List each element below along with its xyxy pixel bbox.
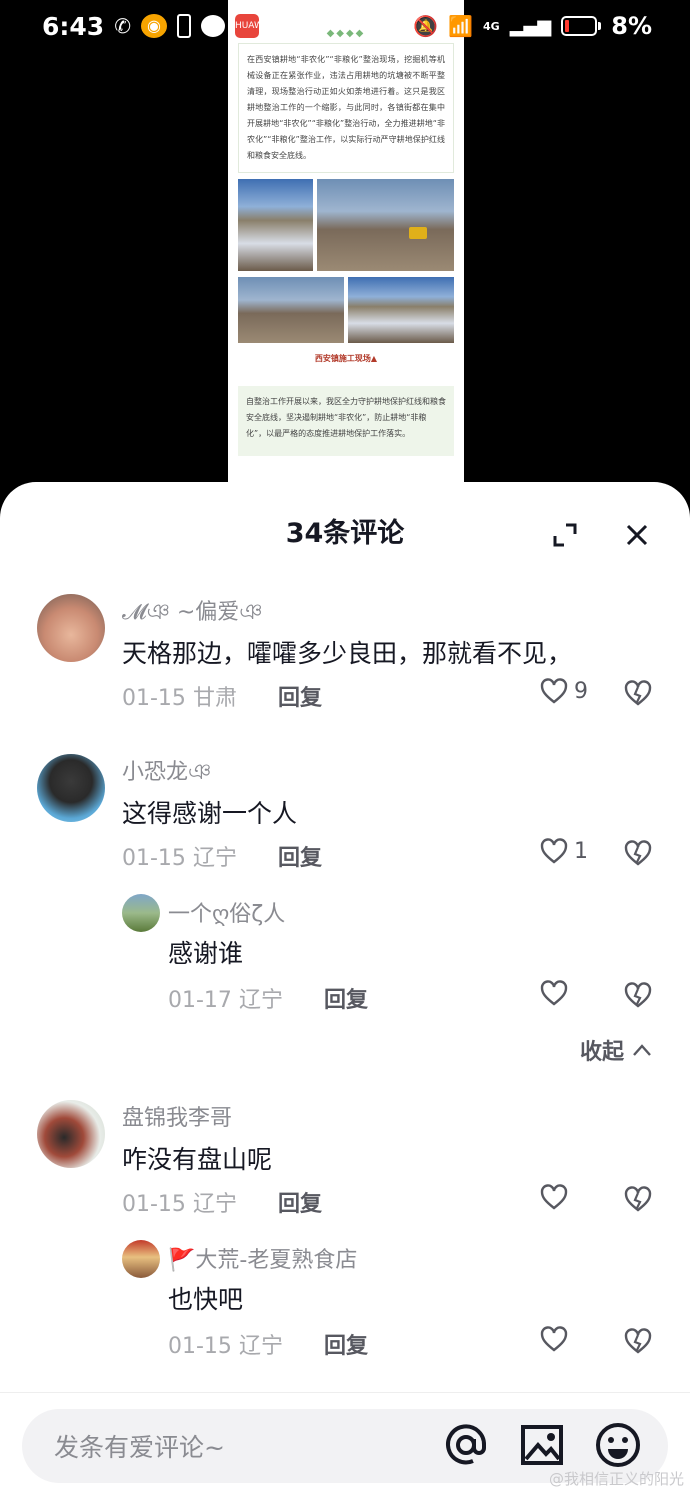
avatar[interactable] — [37, 754, 105, 822]
reply-text: 也快吧 — [168, 1285, 244, 1314]
image-icon[interactable] — [518, 1421, 566, 1469]
reply-button[interactable]: 回复 — [278, 840, 322, 872]
screen: 6:43 ✆ ◉ HUAWEI 🔕 📶 4G ▂▄▆ 8% ◆◆◆◆ 在西安镇耕… — [0, 0, 690, 1495]
reply-button[interactable]: 回复 — [324, 982, 368, 1014]
like-count: 9 — [574, 678, 588, 704]
comments-sheet: 34条评论 𝓜ঞ ~偏爱ঞ 天格那边，嚯嚯多少良田，那就看不见， 01-15 甘… — [0, 482, 690, 1495]
sheet-header: 34条评论 — [0, 482, 690, 592]
comment-date: 01-15 — [122, 846, 186, 871]
like-button[interactable]: 1 — [540, 838, 588, 864]
comment-meta: 01-15 甘肃 — [122, 680, 237, 712]
excavator-photo — [317, 179, 454, 271]
dislike-icon[interactable] — [624, 1186, 652, 1212]
app-badge-icon: HUAWEI — [234, 14, 271, 38]
comment-text: 这得感谢一个人 — [122, 799, 298, 828]
comment-input-placeholder: 发条有爱评论~ — [54, 1433, 225, 1462]
reply-region: 辽宁 — [238, 988, 283, 1013]
heart-icon — [540, 1326, 568, 1352]
comment-date: 01-15 — [122, 686, 186, 711]
dislike-icon[interactable] — [624, 680, 652, 706]
collapse-label: 收起 — [579, 1040, 624, 1065]
reply-meta: 01-17 辽宁 — [168, 982, 283, 1014]
watermark: @我相信正义的阳光 — [548, 1470, 684, 1488]
signal-icon: ▂▄▆ — [509, 15, 552, 37]
comment-region: 甘肃 — [192, 686, 237, 711]
reply-button[interactable]: 回复 — [324, 1328, 368, 1360]
status-bar: 6:43 ✆ ◉ HUAWEI 🔕 📶 4G ▂▄▆ 8% — [0, 0, 690, 52]
comment-region: 辽宁 — [192, 846, 237, 871]
dislike-icon[interactable] — [624, 840, 652, 866]
wifi-icon: 📶 — [448, 14, 474, 38]
like-button[interactable] — [540, 980, 568, 1006]
battery-level: 8% — [611, 12, 652, 40]
dislike-icon[interactable] — [624, 982, 652, 1008]
comment-username[interactable]: 盘锦我李哥 — [122, 1100, 232, 1132]
weibo-icon: ◉ — [140, 14, 167, 38]
reply-button[interactable]: 回复 — [278, 680, 322, 712]
collapse-replies-button[interactable]: 收起 — [580, 1034, 652, 1066]
construction-photo — [348, 277, 454, 343]
comment-date: 01-15 — [122, 1192, 186, 1217]
comment-meta: 01-15 辽宁 — [122, 1186, 237, 1218]
reply-item: 一个ღ俗ζ人 感谢谁 01-17 辽宁 回复 — [0, 892, 690, 1032]
heart-icon — [540, 1184, 568, 1210]
construction-photo — [238, 277, 344, 343]
avatar[interactable] — [122, 894, 160, 932]
like-button[interactable] — [540, 1326, 568, 1352]
reply-meta: 01-15 辽宁 — [168, 1328, 283, 1360]
photo-row-2 — [238, 277, 454, 343]
comment-item: 小恐龙ঞ 这得感谢一个人 01-15 辽宁 回复 1 — [0, 752, 690, 902]
comment-item: 𝓜ঞ ~偏爱ঞ 天格那边，嚯嚯多少良田，那就看不见， 01-15 甘肃 回复 9 — [0, 592, 690, 742]
comment-count-title: 34条评论 — [285, 517, 405, 549]
phone-icon — [176, 14, 191, 38]
emoji-icon[interactable] — [594, 1421, 642, 1469]
missed-call-icon: ✆ — [114, 14, 131, 38]
mention-icon[interactable] — [442, 1421, 490, 1469]
reply-region: 辽宁 — [238, 1334, 283, 1359]
comment-text: 天格那边，嚯嚯多少良田，那就看不见， — [122, 639, 573, 668]
like-button[interactable] — [540, 1184, 568, 1210]
reply-text: 感谢谁 — [168, 939, 244, 968]
comment-input-bar: 发条有爱评论~ @我相信正义的阳光 — [0, 1392, 690, 1495]
comment-username[interactable]: 小恐龙ঞ — [122, 754, 211, 792]
reply-item: 🚩大荒-老夏熟食店 也快吧 01-15 辽宁 回复 — [0, 1238, 690, 1378]
comment-item: 盘锦我李哥 咋没有盘山呢 01-15 辽宁 回复 — [0, 1098, 690, 1248]
reply-date: 01-15 — [168, 1334, 232, 1359]
comment-username[interactable]: 𝓜ঞ ~偏爱ঞ — [122, 594, 263, 632]
article-preview[interactable]: ◆◆◆◆ 在西安镇耕地“非农化”“非粮化”整治现场，挖掘机等机械设备正在紧张作业… — [228, 0, 464, 560]
comment-region: 辽宁 — [192, 1192, 237, 1217]
photo-row-1 — [238, 179, 454, 271]
article-paragraph: 自整治工作开展以来，我区全力守护耕地保护红线和粮食安全底线，坚决遏制耕地“非农化… — [238, 386, 454, 456]
heart-icon — [540, 980, 568, 1006]
close-icon[interactable] — [624, 522, 650, 548]
chat-icon — [200, 15, 225, 37]
like-count: 1 — [574, 838, 588, 864]
dislike-icon[interactable] — [624, 1328, 652, 1354]
like-button[interactable]: 9 — [540, 678, 588, 704]
reply-username[interactable]: 一个ღ俗ζ人 — [168, 896, 285, 928]
avatar[interactable] — [37, 1100, 105, 1168]
avatar[interactable] — [37, 594, 105, 662]
network-label: 4G — [483, 19, 500, 33]
battery-icon — [561, 16, 602, 36]
construction-photo — [238, 179, 313, 271]
heart-icon — [540, 678, 568, 704]
reply-username[interactable]: 🚩大荒-老夏熟食店 — [168, 1242, 357, 1274]
chevron-up-icon — [633, 1044, 651, 1056]
heart-icon — [540, 838, 568, 864]
reply-button[interactable]: 回复 — [278, 1186, 322, 1218]
reply-date: 01-17 — [168, 988, 232, 1013]
mute-icon: 🔕 — [413, 14, 439, 38]
avatar[interactable] — [122, 1240, 160, 1278]
expand-icon[interactable] — [552, 522, 578, 548]
comment-text: 咋没有盘山呢 — [122, 1145, 273, 1174]
comment-meta: 01-15 辽宁 — [122, 840, 237, 872]
status-time: 6:43 — [42, 11, 105, 41]
photo-caption: 西安镇施工现场▲ — [314, 354, 378, 363]
article-paragraph: 在西安镇耕地“非农化”“非粮化”整治现场，挖掘机等机械设备正在紧张作业，违法占用… — [238, 43, 454, 173]
